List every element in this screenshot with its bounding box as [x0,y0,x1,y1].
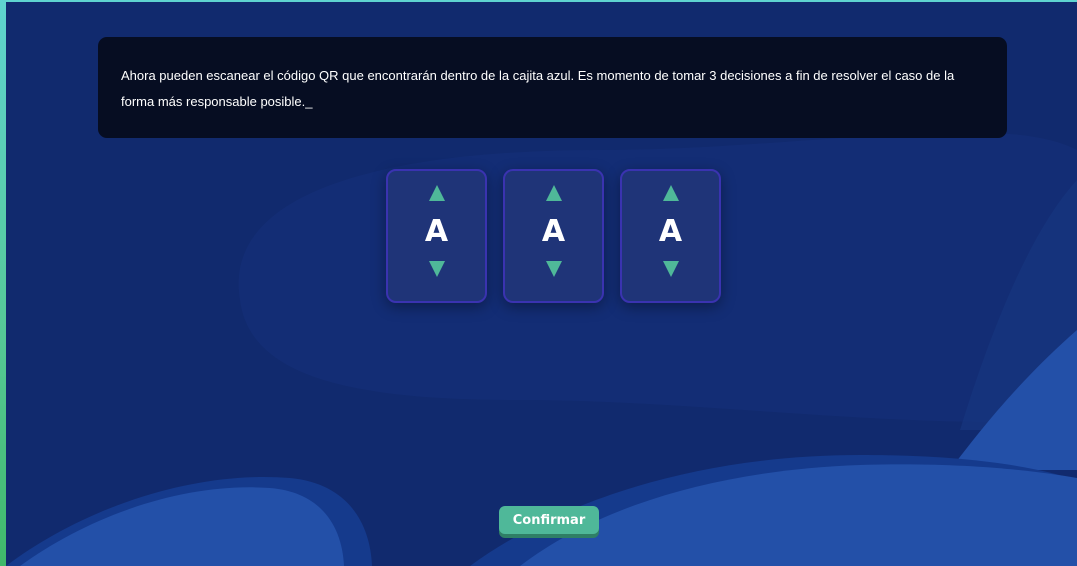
frame-top-border [0,0,1077,2]
background-wave-bottom-left [20,487,344,566]
selector-value: A [424,214,449,249]
confirm-button[interactable]: Confirmar [499,506,599,534]
confirm-button-wrapper: Confirmar [499,506,599,534]
triangle-up-icon[interactable] [662,185,679,201]
selector-value: A [658,214,683,249]
selector-value: A [541,214,566,249]
triangle-up-icon[interactable] [545,185,562,201]
code-selector-1: A [386,169,487,303]
triangle-down-icon[interactable] [428,261,445,277]
code-selector-3: A [620,169,721,303]
frame-left-border [0,0,6,566]
dialog-text: Ahora pueden escanear el código QR que e… [121,68,955,109]
triangle-down-icon[interactable] [662,261,679,277]
game-screen: Ahora pueden escanear el código QR que e… [0,0,1077,566]
code-selectors: A A A [386,169,721,303]
code-selector-2: A [503,169,604,303]
triangle-up-icon[interactable] [428,185,445,201]
dialog-box: Ahora pueden escanear el código QR que e… [98,37,1007,138]
triangle-down-icon[interactable] [545,261,562,277]
